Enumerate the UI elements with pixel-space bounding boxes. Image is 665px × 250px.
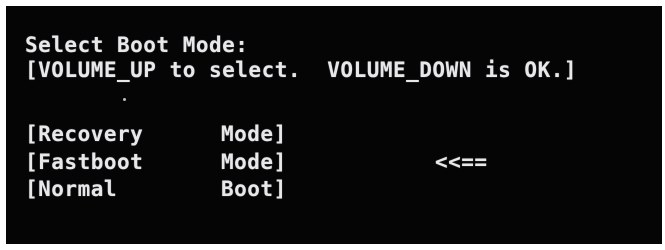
boot-option-fastboot[interactable]: [Fastboot Mode] <<== xyxy=(25,150,625,176)
boot-instructions: [VOLUME_UP to select. VOLUME_DOWN is OK.… xyxy=(25,58,578,82)
boot-option-recovery[interactable]: [Recovery Mode] xyxy=(25,122,625,148)
boot-option-name: [Fastboot xyxy=(25,150,144,174)
selection-indicator-arrow: <<== xyxy=(435,150,488,174)
boot-option-type: Boot] xyxy=(221,177,287,201)
boot-option-normal[interactable]: [Normal Boot] xyxy=(25,177,625,203)
boot-option-name: [Recovery xyxy=(25,122,144,146)
boot-mode-screen: Select Boot Mode: [VOLUME_UP to select. … xyxy=(6,6,662,244)
boot-option-type: Mode] xyxy=(221,122,287,146)
boot-mode-title: Select Boot Mode: xyxy=(25,33,249,57)
boot-option-type: Mode] xyxy=(221,150,287,174)
boot-option-name: [Normal xyxy=(25,177,118,201)
screen-artifact-dot xyxy=(123,98,126,101)
